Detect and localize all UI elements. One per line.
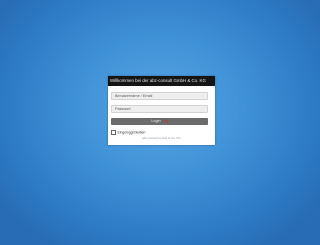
login-panel: Willkommen bei der abz-consult GmbH & Co… bbox=[108, 76, 215, 145]
remember-me-label: Eingeloggt bleiben bbox=[117, 130, 146, 135]
remember-me-row[interactable]: Eingeloggt bleiben bbox=[111, 130, 145, 135]
remember-me-checkbox[interactable] bbox=[111, 130, 116, 135]
login-button[interactable]: Login bbox=[111, 118, 208, 125]
username-input[interactable]: Benutzername / Email bbox=[111, 92, 208, 100]
password-input[interactable]: Passwort bbox=[111, 105, 208, 113]
footer-company: abz-consult GmbH & Co. KG bbox=[142, 136, 181, 140]
login-arrow-icon bbox=[163, 119, 168, 123]
login-title: Willkommen bei der abz-consult GmbH & Co… bbox=[108, 76, 215, 86]
login-button-label: Login bbox=[151, 119, 161, 123]
